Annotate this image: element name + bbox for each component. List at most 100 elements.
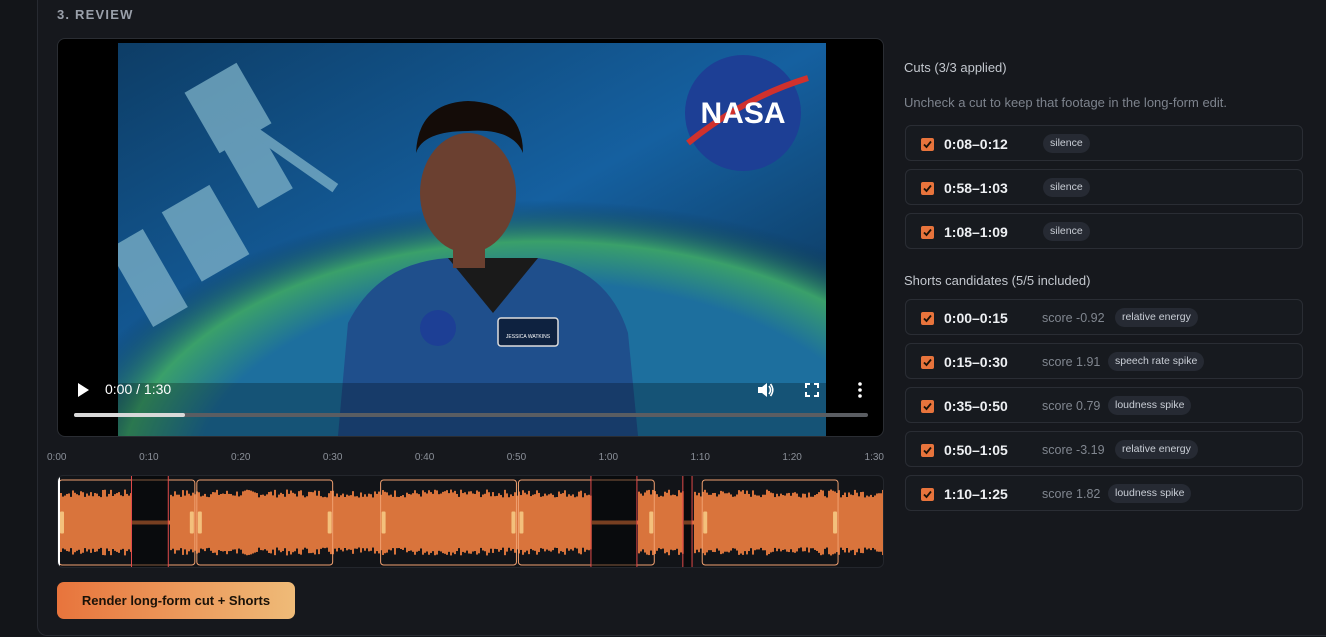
waveform-bar <box>542 496 544 549</box>
short-candidate-row[interactable]: 0:35–0:50 score 0.79 loudness spike <box>905 387 1303 423</box>
waveform-bar <box>526 494 528 551</box>
checkbox[interactable] <box>921 488 934 501</box>
waveform-bar <box>498 493 500 552</box>
waveform-bar <box>452 492 454 553</box>
waveform-bar <box>476 490 478 555</box>
waveform-bar <box>762 494 764 551</box>
waveform-bar <box>782 495 784 550</box>
waveform-bar <box>880 493 882 552</box>
waveform-bar <box>206 496 208 549</box>
waveform-bar <box>670 495 672 550</box>
cut-region <box>682 476 693 567</box>
waveform-bar <box>488 492 490 553</box>
waveform-bar <box>534 494 536 551</box>
waveform-bar <box>484 493 486 552</box>
waveform-bar <box>722 491 724 554</box>
play-icon[interactable] <box>75 382 91 398</box>
waveform-bar <box>314 490 316 555</box>
checkbox[interactable] <box>921 226 934 239</box>
checkbox[interactable] <box>921 182 934 195</box>
waveform-bar <box>254 492 256 553</box>
progress-fill <box>74 413 186 417</box>
fullscreen-icon[interactable] <box>802 380 822 400</box>
waveform-bar <box>348 495 350 550</box>
cut-row[interactable]: 1:08–1:09 silence <box>905 213 1303 249</box>
waveform-bar <box>438 494 440 551</box>
waveform-bar <box>812 496 814 549</box>
checkbox[interactable] <box>921 356 934 369</box>
more-options-icon[interactable] <box>850 380 870 400</box>
waveform-bar <box>434 489 436 556</box>
range-label: 0:15–0:30 <box>944 354 1008 370</box>
volume-icon[interactable] <box>755 380 775 400</box>
waveform-bar <box>752 490 754 555</box>
checkbox[interactable] <box>921 444 934 457</box>
checkbox[interactable] <box>921 312 934 325</box>
waveform-bar <box>290 490 292 555</box>
waveform-bar <box>210 494 212 551</box>
waveform-bar <box>104 489 106 556</box>
short-region-handle <box>511 511 516 534</box>
short-candidate-row[interactable]: 0:15–0:30 score 1.91 speech rate spike <box>905 343 1303 379</box>
waveform-bar <box>660 495 662 550</box>
waveform-bar <box>806 497 808 548</box>
cut-row[interactable]: 0:08–0:12 silence <box>905 125 1303 161</box>
waveform-bar <box>354 496 356 549</box>
short-candidate-row[interactable]: 0:50–1:05 score -3.19 relative energy <box>905 431 1303 467</box>
waveform-bar <box>370 494 372 551</box>
checkbox[interactable] <box>921 138 934 151</box>
waveform-bar <box>212 492 214 553</box>
waveform-bar <box>772 493 774 552</box>
waveform-bar <box>696 495 698 550</box>
score-label: score 0.79 <box>1042 399 1101 413</box>
waveform-bar <box>878 493 880 552</box>
waveform-bar <box>422 490 424 555</box>
waveform-bar <box>88 495 90 550</box>
waveform-bar <box>252 491 254 554</box>
short-region-handle <box>703 511 708 534</box>
waveform-bar <box>386 492 388 553</box>
waveform-bar <box>118 492 120 553</box>
waveform-bar <box>396 496 398 549</box>
waveform-bar <box>482 494 484 551</box>
short-candidate-row[interactable]: 0:00–0:15 score -0.92 relative energy <box>905 299 1303 335</box>
waveform-bar <box>548 494 550 551</box>
waveform-bar <box>486 489 488 556</box>
render-button[interactable]: Render long-form cut + Shorts <box>57 582 295 619</box>
waveform-bar <box>658 496 660 549</box>
checkbox[interactable] <box>921 400 934 413</box>
waveform-bar <box>788 492 790 553</box>
waveform-bar <box>108 493 110 552</box>
video-player[interactable]: NASA JESSICA WATKINS 0:00 / 1:30 <box>57 38 884 437</box>
waveform-bar <box>708 494 710 551</box>
waveform-bar <box>184 495 186 550</box>
waveform-bar <box>760 497 762 548</box>
waveform-bar <box>398 496 400 549</box>
waveform-bar <box>536 490 538 555</box>
timeline-tick-label: 0:30 <box>322 452 343 463</box>
waveform-bar <box>668 489 670 556</box>
waveform-bar <box>256 493 258 552</box>
waveform-bar <box>182 490 184 555</box>
waveform-bar <box>694 491 696 554</box>
waveform-bar <box>828 490 830 555</box>
waveform-bar <box>232 495 234 550</box>
waveform-timeline[interactable] <box>57 475 884 568</box>
short-candidate-row[interactable]: 1:10–1:25 score 1.82 loudness spike <box>905 475 1303 511</box>
waveform-bar <box>466 494 468 551</box>
waveform-bar <box>580 490 582 555</box>
waveform-bar <box>248 490 250 555</box>
waveform-bar <box>698 492 700 553</box>
waveform-bar <box>292 492 294 553</box>
progress-bar[interactable] <box>74 413 868 417</box>
waveform-bar <box>414 490 416 555</box>
waveform-bar <box>700 496 702 549</box>
waveform-bar <box>358 497 360 548</box>
waveform-bar <box>66 493 68 552</box>
waveform-bar <box>750 496 752 549</box>
waveform-bar <box>726 493 728 552</box>
waveform-bar <box>364 494 366 551</box>
waveform-bar <box>802 493 804 552</box>
waveform-bar <box>578 491 580 554</box>
cut-row[interactable]: 0:58–1:03 silence <box>905 169 1303 205</box>
